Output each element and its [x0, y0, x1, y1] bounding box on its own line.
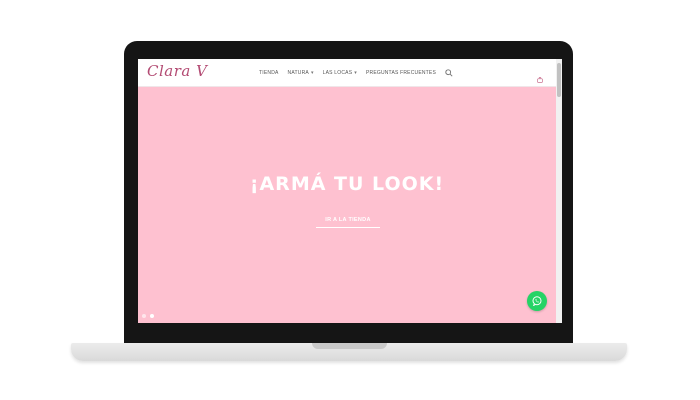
website-display: Clara V TIENDA NATURA ▾ LAS LOCAS ▾ PREG…: [138, 59, 562, 323]
search-icon[interactable]: [445, 69, 453, 77]
slider-dot-active[interactable]: [150, 314, 154, 318]
slider-dot[interactable]: [142, 314, 146, 318]
nav-item-natura[interactable]: NATURA ▾: [288, 70, 314, 76]
nav-item-label: NATURA: [287, 70, 309, 76]
whatsapp-icon: [532, 296, 542, 307]
main-nav: TIENDA NATURA ▾ LAS LOCAS ▾ PREGUNTAS FR…: [259, 69, 453, 77]
nav-item-las-locas[interactable]: LAS LOCAS ▾: [323, 70, 357, 76]
nav-item-tienda[interactable]: TIENDA: [259, 70, 279, 76]
whatsapp-button[interactable]: [527, 291, 547, 311]
chevron-down-icon: ▾: [310, 70, 314, 76]
nav-item-preguntas-frecuentes[interactable]: PREGUNTAS FRECUENTES: [366, 70, 436, 76]
cart-icon[interactable]: [537, 70, 543, 83]
nav-item-label: PREGUNTAS FRECUENTES: [365, 70, 436, 76]
hero-title: ¡ARMÁ TU LOOK!: [249, 173, 445, 195]
scrollbar[interactable]: [556, 59, 562, 323]
slider-dots: [142, 314, 154, 318]
scrollbar-thumb[interactable]: [557, 63, 561, 97]
brand-logo[interactable]: Clara V: [147, 62, 207, 80]
site-header: Clara V TIENDA NATURA ▾ LAS LOCAS ▾ PREG…: [138, 59, 556, 87]
nav-item-label: LAS LOCAS: [322, 70, 353, 76]
shop-button[interactable]: IR A LA TIENDA: [316, 214, 380, 228]
nav-item-label: TIENDA: [259, 70, 279, 76]
laptop-notch: [312, 343, 387, 349]
chevron-down-icon: ▾: [354, 70, 357, 76]
